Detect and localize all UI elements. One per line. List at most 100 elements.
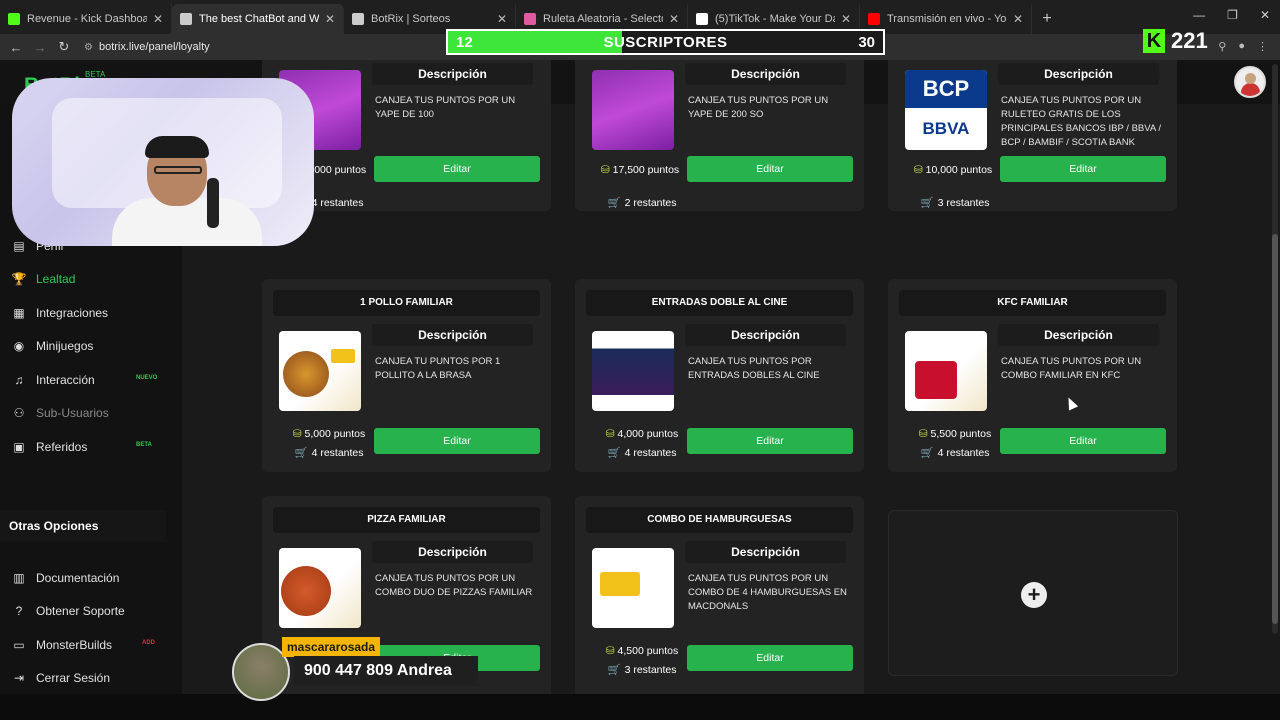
edit-reward-button[interactable]: Editar [374, 428, 540, 454]
reward-points: ⛁ 4,000 puntos [592, 427, 692, 441]
subscriber-goal-bar: 12 SUSCRIPTORES 30 [446, 29, 885, 55]
add-reward-card[interactable]: + [888, 510, 1178, 676]
reward-points: ⛁10,000 puntos [905, 163, 1001, 177]
coins-icon: ⛁ [918, 428, 928, 440]
description-heading: Descripción [998, 324, 1159, 346]
streamer-hair [145, 136, 209, 158]
reward-remaining: 🛒 3 restantes [592, 663, 692, 676]
sidebar-item-label: MonsterBuilds [36, 638, 113, 652]
window-controls: — ❐ ✕ [1193, 8, 1270, 22]
reward-image: BCP BBVA [905, 70, 987, 150]
user-card-icon: ▣ [13, 440, 25, 454]
reload-icon[interactable]: ↻ [52, 39, 76, 55]
forward-icon[interactable]: → [28, 40, 52, 55]
cart-icon: 🛒 [920, 447, 934, 459]
reward-title: KFC FAMILIAR [899, 290, 1166, 316]
edit-reward-button[interactable]: Editar [1000, 428, 1166, 454]
reward-card: 1 POLLO FAMILIAR Descripción CANJEA TU PUN… [262, 279, 551, 472]
reward-title: COMBO DE HAMBURGUESAS [586, 507, 853, 533]
maximize-icon[interactable]: ❐ [1227, 8, 1238, 22]
reward-card: ENTRADAS DOBLE AL CINE Descripción CANJEA … [575, 279, 864, 472]
sidebar-item-label: Cerrar Sesión [36, 671, 111, 685]
minimize-icon[interactable]: — [1193, 8, 1205, 22]
reward-image [592, 331, 674, 411]
description-heading: Descripción [372, 63, 533, 85]
sidebar-item-obtener-soporte[interactable]: ? Obtener Soporte [12, 604, 125, 618]
edit-reward-button[interactable]: Editar [687, 645, 853, 671]
reward-image [279, 548, 361, 628]
back-icon[interactable]: ← [4, 40, 28, 55]
reward-remaining: 🛒4 restantes [279, 446, 379, 459]
reward-title: ENTRADAS DOBLE AL CINE [586, 290, 853, 316]
tab-favicon-icon [868, 13, 880, 25]
logout-icon: ⇥ [13, 671, 25, 685]
subscriber-goal: 30 [858, 33, 875, 51]
edit-reward-button[interactable]: Editar [687, 156, 853, 182]
sidebar-item-minijuegos[interactable]: ◉ Minijuegos [12, 339, 94, 353]
close-window-icon[interactable]: ✕ [1260, 8, 1270, 22]
close-tab-icon[interactable]: ✕ [497, 12, 507, 26]
points-value: 4,500 puntos [617, 645, 679, 657]
question-icon: ? [15, 604, 23, 618]
sidebar-item-cerrar-sesi-n[interactable]: ⇥ Cerrar Sesión [12, 671, 110, 685]
close-tab-icon[interactable]: ✕ [841, 12, 851, 26]
description-heading: Descripción [372, 541, 533, 563]
tab-title: The best ChatBot and Widgets [199, 13, 319, 25]
remaining-value: 4 restantes [311, 197, 364, 209]
url-text: botrix.live/panel/loyalty [98, 41, 210, 53]
coins-icon: ⛁ [605, 645, 615, 657]
sidebar-item-monsterbuilds[interactable]: ▭ MonsterBuilds [12, 638, 112, 652]
page-scrollbar[interactable] [1272, 64, 1278, 634]
browser-tab[interactable]: Revenue - Kick Dashboard ✕ [0, 4, 172, 34]
extensions-icon[interactable]: ⚲ [1218, 40, 1226, 53]
reward-remaining: 🛒 3 restantes [905, 196, 1005, 209]
close-tab-icon[interactable]: ✕ [1013, 12, 1023, 26]
site-settings-icon[interactable]: ⚙ [84, 42, 93, 53]
tab-favicon-icon [180, 13, 192, 25]
sidebar-item-documentaci-n[interactable]: ▥ Documentación [12, 571, 119, 585]
close-tab-icon[interactable]: ✕ [153, 12, 163, 26]
tab-favicon-icon [8, 13, 20, 25]
sidebar-item-label: Sub-Usuarios [36, 406, 109, 420]
new-tab-button[interactable]: + [1032, 4, 1062, 34]
remaining-value: 4 restantes [311, 447, 364, 459]
sidebar-item-interacci-n[interactable]: ♫ Interacción [12, 373, 95, 387]
close-tab-icon[interactable]: ✕ [669, 12, 679, 26]
reward-card: COMBO DE HAMBURGUESAS Descripción CANJEA T… [575, 496, 864, 694]
coins-icon: ⛁ [600, 164, 610, 176]
coins-icon: ⛁ [913, 164, 923, 176]
edit-reward-button[interactable]: Editar [374, 156, 540, 182]
url-field[interactable]: ⚙ botrix.live/panel/loyalty [84, 41, 210, 53]
kick-logo-icon: K [1143, 29, 1165, 53]
sidebar-item-lealtad[interactable]: 🏆 Lealtad [11, 272, 76, 286]
points-value: 5,000 puntos [304, 428, 366, 440]
sidebar-item-label: Interacción [36, 373, 95, 387]
kick-count: 221 [1171, 28, 1208, 53]
description-heading: Descripción [685, 63, 846, 85]
user-avatar[interactable] [1234, 66, 1266, 98]
streamer-glasses [154, 166, 202, 174]
menu-dots-icon[interactable]: ⋮ [1257, 40, 1268, 53]
reward-image [592, 70, 674, 150]
close-tab-icon[interactable]: ✕ [325, 12, 335, 26]
browser-tab[interactable]: The best ChatBot and Widgets ✕ [172, 4, 344, 34]
streamer-body [112, 198, 262, 246]
remaining-value: 4 restantes [937, 447, 990, 459]
profile-icon[interactable]: ● [1238, 40, 1245, 53]
tab-title: BotRix | Sorteos [371, 13, 451, 25]
edit-reward-button[interactable]: Editar [687, 428, 853, 454]
other-options-heading: Otras Opciones [0, 510, 166, 542]
reward-description: CANJEA TU PUNTOS POR 1 POLLITO A LA BRAS… [375, 356, 501, 381]
edit-reward-button[interactable]: Editar [1000, 156, 1166, 182]
sidebar-badge: ADD [142, 640, 155, 646]
trophy-icon: 🏆 [11, 272, 27, 286]
sidebar-item-integraciones[interactable]: ▦ Integraciones [12, 306, 108, 320]
browser-tab[interactable]: Transmisión en vivo - YouTube ✕ [860, 4, 1032, 34]
sidebar-item-sub-usuarios[interactable]: ⚇ Sub-Usuarios [12, 406, 109, 420]
tab-title: Ruleta Aleatoria - Selector Pers [543, 13, 663, 25]
sidebar-item-referidos[interactable]: ▣ Referidos [12, 440, 87, 454]
reward-points: ⛁ 5,000 puntos [279, 427, 379, 441]
scrollbar-thumb[interactable] [1272, 234, 1278, 624]
plus-circle-icon[interactable]: + [1021, 582, 1047, 608]
reward-description: CANJEA TUS PUNTOS POR UN YAPE DE 200 SO [688, 95, 829, 120]
